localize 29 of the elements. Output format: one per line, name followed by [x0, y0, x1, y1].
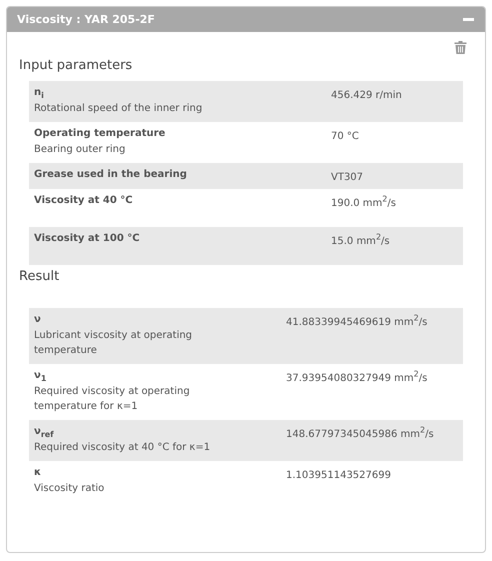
parameter-description: Rotational speed of the inner ring — [34, 102, 202, 116]
parameter-value: 456.429 r/min — [331, 89, 403, 101]
parameter-value: 190.0 mm$^{2}$/s — [331, 195, 397, 209]
parameter-name: ν$_{1}$ — [34, 370, 46, 381]
parameter-description: Required viscosity at 40 °C for κ=1 — [34, 441, 210, 455]
trash-icon[interactable] — [454, 40, 467, 54]
parameter-value: 148.67797345045986 mm$^{2}$/s — [286, 426, 435, 440]
parameter-value: 41.88339945469619 mm$^{2}$/s — [286, 314, 428, 328]
parameter-name: κ — [34, 467, 42, 478]
parameter-description: Bearing outer ring — [34, 143, 126, 157]
parameter-name: Viscosity at 100 °C — [34, 233, 140, 244]
panel-title: Viscosity : YAR 205-2F — [17, 13, 155, 26]
parameter-name: Operating temperature — [34, 128, 166, 139]
parameter-description: Lubricant viscosity at operating temperature — [34, 329, 194, 358]
parameter-description: Required viscosity at operating temperature for κ=1 — [34, 385, 191, 414]
parameter-value: VT307 — [331, 171, 364, 183]
parameter-name: Viscosity at 40 °C — [34, 195, 133, 206]
section-heading: Result — [19, 268, 60, 284]
section-heading: Input parameters — [19, 57, 134, 73]
minus-icon — [462, 18, 474, 21]
parameter-value: 70 °C — [331, 130, 360, 142]
parameter-value: 37.93954080327949 mm$^{2}$/s — [286, 370, 428, 384]
parameter-name: ν$_{ref}$ — [34, 426, 54, 437]
parameter-name: Grease used in the bearing — [34, 169, 187, 180]
parameter-value: 15.0 mm$^{2}$/s — [331, 233, 391, 247]
parameter-name: n$_{i}$ — [34, 87, 44, 98]
parameter-value: 1.103951143527699 — [286, 469, 392, 481]
parameter-name: ν — [34, 314, 41, 325]
parameter-description: Viscosity ratio — [34, 482, 104, 496]
